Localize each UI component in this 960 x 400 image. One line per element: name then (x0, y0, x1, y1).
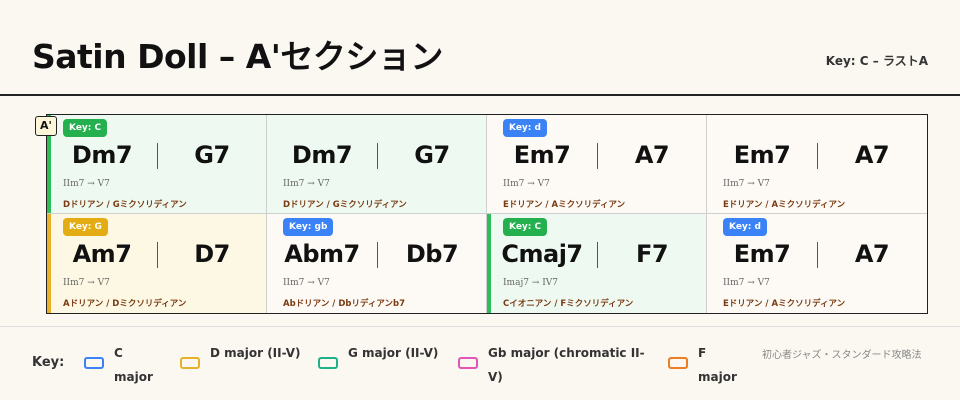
chord-symbol: F7 (635, 240, 669, 268)
chord-symbol: Cmaj7 (501, 240, 583, 268)
section-marker: A' (35, 116, 57, 136)
chord-symbol: A7 (854, 141, 890, 169)
measure-cell[interactable]: Key: C Dm7 G7 IIm7 → V7 Dドリアン / Gミクソリディア… (47, 115, 267, 214)
chord-symbol: Dm7 (291, 141, 353, 169)
measure-cell[interactable]: Key: d Em7 A7 IIm7 → V7 Eドリアン / Aミクソリディア… (487, 115, 707, 214)
chord-symbol: Abm7 (284, 240, 360, 268)
chord-symbol: Am7 (72, 240, 132, 268)
chord-symbol: Db7 (405, 240, 459, 268)
scale-modes: Eドリアン / Aミクソリディアン (723, 200, 846, 210)
chord-pair: Dm7 G7 (47, 139, 266, 171)
chord-pair: Dm7 G7 (267, 139, 486, 171)
legend: Key: C major D major (II-V) G major (II-… (0, 326, 960, 400)
scale-modes: Aドリアン / Dミクソリディアン (63, 299, 187, 309)
key-badge: Key: C (503, 218, 548, 236)
chord-pair: Am7 D7 (47, 238, 266, 270)
chord-symbol: Em7 (733, 240, 791, 268)
header: Satin Doll – A'セクション Key: C – ラストA (0, 0, 960, 96)
chord-pair: Em7 A7 (707, 139, 927, 171)
scale-modes: Cイオニアン / Fミクソリディアン (503, 299, 634, 309)
roman-numeral-analysis: Imaj7 → IV7 (503, 278, 559, 288)
chord-symbol: A7 (854, 240, 890, 268)
chord-symbol: G7 (194, 141, 230, 169)
chord-pair: Em7 A7 (487, 139, 706, 171)
chord-pair: Abm7 Db7 (267, 238, 486, 270)
roman-numeral-analysis: IIm7 → V7 (283, 179, 330, 189)
key-badge: Key: G (63, 218, 108, 236)
legend-label: Gb major (chromatic II-V) (488, 346, 645, 384)
roman-numeral-analysis: IIm7 → V7 (503, 179, 550, 189)
legend-label: C major (114, 346, 153, 384)
measure-cell[interactable]: Dm7 G7 IIm7 → V7 Dドリアン / Gミクソリディアン (267, 115, 487, 214)
chord-symbol: Em7 (733, 141, 791, 169)
legend-label: G major (II-V) (348, 346, 439, 360)
legend-label: F major (698, 346, 737, 384)
measure-cell[interactable]: Key: d Em7 A7 IIm7 → V7 Eドリアン / Aミクソリディア… (707, 214, 927, 313)
legend-title: Key: (32, 355, 65, 370)
roman-numeral-analysis: IIm7 → V7 (63, 278, 110, 288)
key-badge: Key: gb (283, 218, 334, 236)
source-credit: 初心者ジャズ・スタンダード攻略法 (762, 350, 922, 361)
chord-grid: Key: C Dm7 G7 IIm7 → V7 Dドリアン / Gミクソリディア… (46, 114, 928, 314)
key-badge: Key: C (63, 119, 108, 137)
chord-symbol: G7 (414, 141, 450, 169)
measure-cell[interactable]: Em7 A7 IIm7 → V7 Eドリアン / Aミクソリディアン (707, 115, 927, 214)
scale-modes: Dドリアン / Gミクソリディアン (63, 200, 187, 210)
legend-swatch (180, 357, 200, 369)
key-badge: Key: d (503, 119, 547, 137)
chord-symbol: Dm7 (71, 141, 133, 169)
roman-numeral-analysis: IIm7 → V7 (723, 179, 770, 189)
roman-numeral-analysis: IIm7 → V7 (723, 278, 770, 288)
scale-modes: Eドリアン / Aミクソリディアン (503, 200, 626, 210)
legend-label: D major (II-V) (210, 346, 301, 360)
chord-pair: Cmaj7 F7 (487, 238, 706, 270)
chord-symbol: D7 (194, 240, 230, 268)
measure-cell[interactable]: Key: gb Abm7 Db7 IIm7 → V7 Abドリアン / Dbリデ… (267, 214, 487, 313)
key-info: Key: C – ラストA (825, 54, 928, 68)
chord-pair: Em7 A7 (707, 238, 927, 270)
scale-modes: Dドリアン / Gミクソリディアン (283, 200, 407, 210)
key-badge: Key: d (723, 218, 767, 236)
page-title: Satin Doll – A'セクション (32, 37, 443, 76)
measure-cell[interactable]: Key: G Am7 D7 IIm7 → V7 Aドリアン / Dミクソリディア… (47, 214, 267, 313)
roman-numeral-analysis: IIm7 → V7 (283, 278, 330, 288)
chord-symbol: A7 (634, 141, 670, 169)
scale-modes: Abドリアン / Dbリディアンb7 (283, 299, 406, 309)
chord-symbol: Em7 (513, 141, 571, 169)
legend-swatch (458, 357, 478, 369)
scale-modes: Eドリアン / Aミクソリディアン (723, 299, 846, 309)
legend-swatch (668, 357, 688, 369)
legend-swatch (84, 357, 104, 369)
legend-swatch (318, 357, 338, 369)
measure-cell[interactable]: Key: C Cmaj7 F7 Imaj7 → IV7 Cイオニアン / Fミク… (487, 214, 707, 313)
roman-numeral-analysis: IIm7 → V7 (63, 179, 110, 189)
